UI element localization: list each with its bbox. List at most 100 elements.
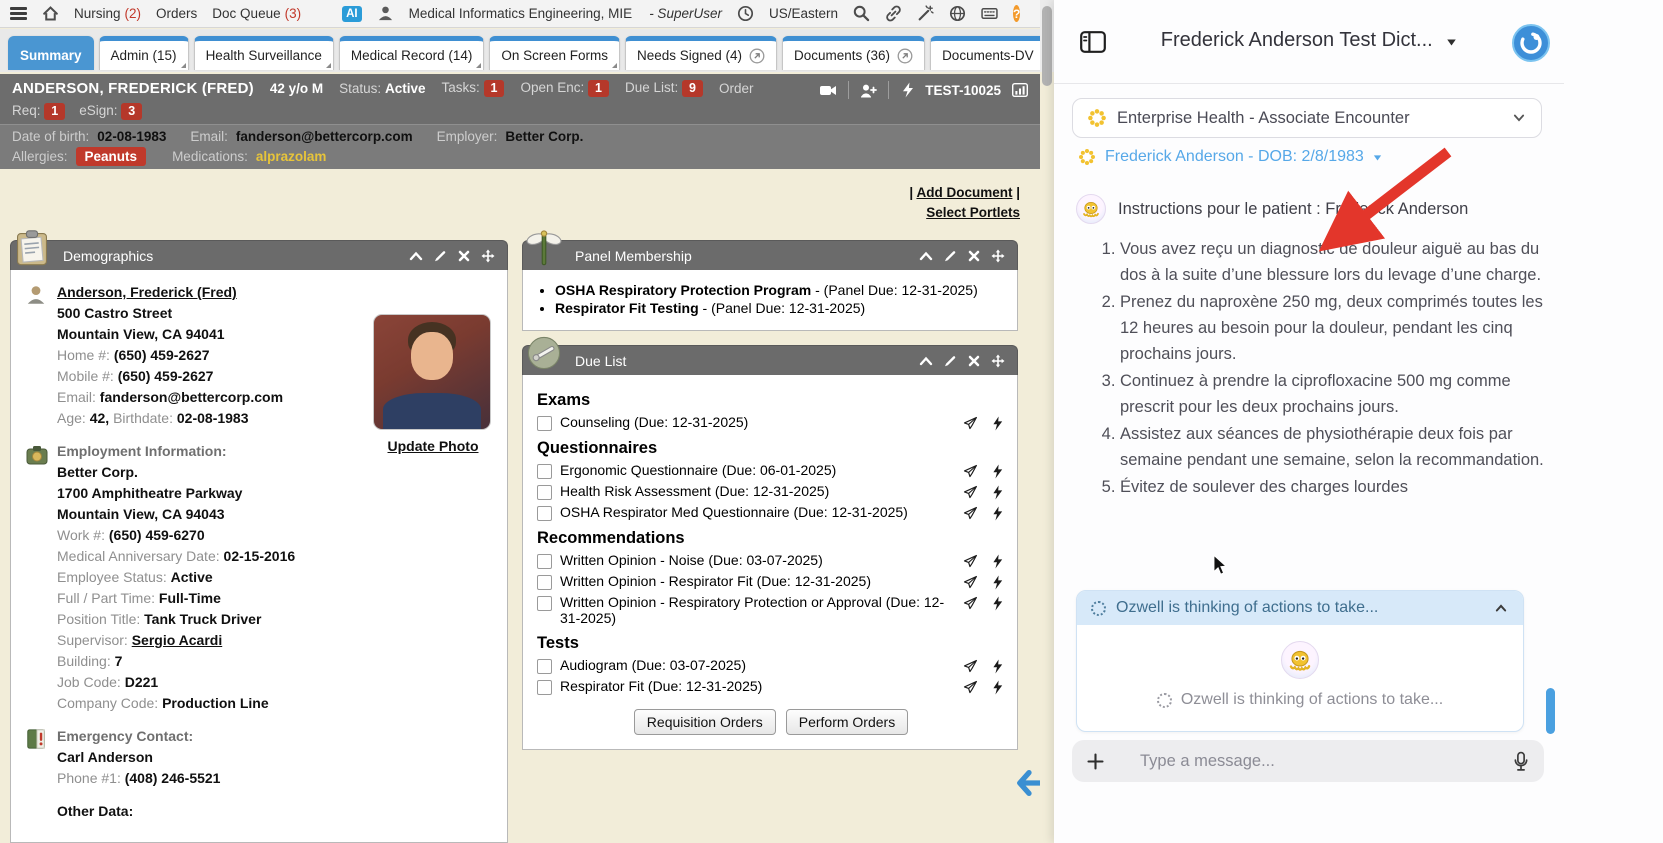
allergy-badge[interactable]: Peanuts [76, 147, 147, 166]
tab-medical-record[interactable]: Medical Record (14) [339, 36, 485, 70]
close-icon[interactable] [457, 249, 471, 263]
edit-icon[interactable] [943, 354, 957, 368]
checkbox[interactable] [537, 596, 552, 611]
move-icon[interactable] [991, 354, 1005, 368]
send-order-icon[interactable] [963, 506, 978, 521]
search-icon[interactable] [853, 5, 870, 22]
collapse-icon[interactable] [919, 354, 933, 368]
external-link-icon[interactable] [897, 48, 913, 64]
timezone[interactable]: US/Eastern [769, 6, 838, 21]
perform-order-icon[interactable] [990, 416, 1005, 431]
send-order-icon[interactable] [963, 554, 978, 569]
keyboard-icon[interactable] [981, 5, 998, 22]
checkbox[interactable] [537, 506, 552, 521]
edit-icon[interactable] [433, 249, 447, 263]
checkbox[interactable] [537, 554, 552, 569]
nav-item-orders[interactable]: Orders [156, 6, 197, 21]
link-icon[interactable] [885, 5, 902, 22]
portlet-header[interactable]: Demographics [10, 240, 508, 270]
attach-plus-icon[interactable] [1087, 753, 1104, 770]
checkbox[interactable] [537, 680, 552, 695]
send-order-icon[interactable] [963, 659, 978, 674]
tab-needs-signed[interactable]: Needs Signed (4) [625, 36, 777, 70]
perform-order-icon[interactable] [990, 485, 1005, 500]
due-list-icon [524, 333, 564, 373]
tab-documents[interactable]: Documents (36) [782, 36, 925, 70]
due-list-badge[interactable]: 9 [682, 80, 703, 97]
move-icon[interactable] [481, 249, 495, 263]
home-icon[interactable] [42, 5, 59, 22]
globe-icon[interactable] [949, 5, 966, 22]
supervisor-link[interactable]: Sergio Acardi [132, 632, 223, 648]
page-scrollbar[interactable] [1040, 0, 1054, 843]
checkbox[interactable] [537, 575, 552, 590]
collapse-icon[interactable] [409, 249, 423, 263]
req-badge[interactable]: 1 [44, 103, 65, 120]
message-input[interactable] [1140, 752, 1513, 771]
send-order-icon[interactable] [963, 575, 978, 590]
encounter-selector[interactable]: Enterprise Health - Associate Encounter [1072, 98, 1542, 138]
medication-value[interactable]: alprazolam [256, 149, 327, 164]
tab-summary[interactable]: Summary [8, 36, 94, 70]
tab-admin[interactable]: Admin (15) [99, 36, 189, 70]
microphone-icon[interactable] [1513, 751, 1529, 772]
send-order-icon[interactable] [963, 416, 978, 431]
collapse-icon[interactable] [919, 249, 933, 263]
hamburger-menu-icon[interactable] [10, 5, 27, 23]
help-icon[interactable]: ? [1013, 5, 1020, 22]
requisition-orders-button[interactable]: Requisition Orders [634, 709, 776, 735]
open-enc-badge[interactable]: 1 [588, 80, 609, 97]
tasks-badge[interactable]: 1 [484, 80, 505, 97]
tab-health-surveillance[interactable]: Health Surveillance [194, 36, 334, 70]
send-order-icon[interactable] [963, 680, 978, 695]
scrollbar-thumb[interactable] [1042, 6, 1052, 86]
send-order-icon[interactable] [963, 485, 978, 500]
close-icon[interactable] [967, 249, 981, 263]
esign-badge[interactable]: 3 [121, 103, 142, 120]
edit-icon[interactable] [943, 249, 957, 263]
lightning-icon[interactable] [900, 82, 914, 98]
checkbox[interactable] [537, 485, 552, 500]
nav-item-nursing[interactable]: Nursing (2) [74, 6, 141, 21]
perform-order-icon[interactable] [990, 506, 1005, 521]
ai-badge[interactable]: AI [342, 6, 362, 22]
perform-order-icon[interactable] [990, 659, 1005, 674]
update-photo-link[interactable]: Update Photo [388, 436, 479, 457]
perform-order-icon[interactable] [990, 680, 1005, 695]
send-order-icon[interactable] [963, 596, 978, 611]
ozwell-logo[interactable] [1512, 24, 1550, 62]
portlet-header[interactable]: Due List [522, 345, 1018, 375]
checkbox[interactable] [537, 464, 552, 479]
select-portlets-link[interactable]: Select Portlets [926, 205, 1020, 220]
video-call-icon[interactable] [819, 83, 837, 98]
chart-icon[interactable] [1012, 83, 1028, 97]
chat-title-dropdown[interactable]: Frederick Anderson Test Dict... [1094, 29, 1524, 52]
perform-order-icon[interactable] [990, 596, 1005, 611]
perform-order-icon[interactable] [990, 464, 1005, 479]
portlet-header[interactable]: Panel Membership [522, 240, 1018, 270]
nav-count: (3) [285, 6, 302, 21]
ehr-application: Nursing (2) Orders Doc Queue (3) AI Medi… [0, 0, 1040, 843]
nav-item-doc-queue[interactable]: Doc Queue (3) [212, 6, 301, 21]
checkbox[interactable] [537, 659, 552, 674]
perform-order-icon[interactable] [990, 554, 1005, 569]
due-item-label: Ergonomic Questionnaire (Due: 06-01-2025… [560, 462, 955, 478]
patient-name-link[interactable]: Anderson, Frederick (Fred) [57, 284, 237, 300]
clipboard-icon [12, 228, 52, 268]
wand-icon[interactable] [917, 5, 934, 22]
patient-context-dropdown[interactable]: Frederick Anderson - DOB: 2/8/1983 [1078, 148, 1382, 166]
thinking-card-header[interactable]: Ozwell is thinking of actions to take... [1077, 591, 1523, 625]
chat-scrollbar-thumb[interactable] [1546, 688, 1555, 734]
move-icon[interactable] [991, 249, 1005, 263]
add-person-icon[interactable] [860, 83, 877, 98]
due-list-item: Counseling (Due: 12-31-2025) [537, 414, 1005, 431]
close-icon[interactable] [967, 354, 981, 368]
perform-orders-button[interactable]: Perform Orders [786, 709, 908, 735]
perform-order-icon[interactable] [990, 575, 1005, 590]
send-order-icon[interactable] [963, 464, 978, 479]
tab-on-screen-forms[interactable]: On Screen Forms [489, 36, 620, 70]
add-document-link[interactable]: Add Document [916, 185, 1012, 200]
order-link[interactable]: Order [719, 81, 754, 96]
external-link-icon[interactable] [749, 48, 765, 64]
checkbox[interactable] [537, 416, 552, 431]
